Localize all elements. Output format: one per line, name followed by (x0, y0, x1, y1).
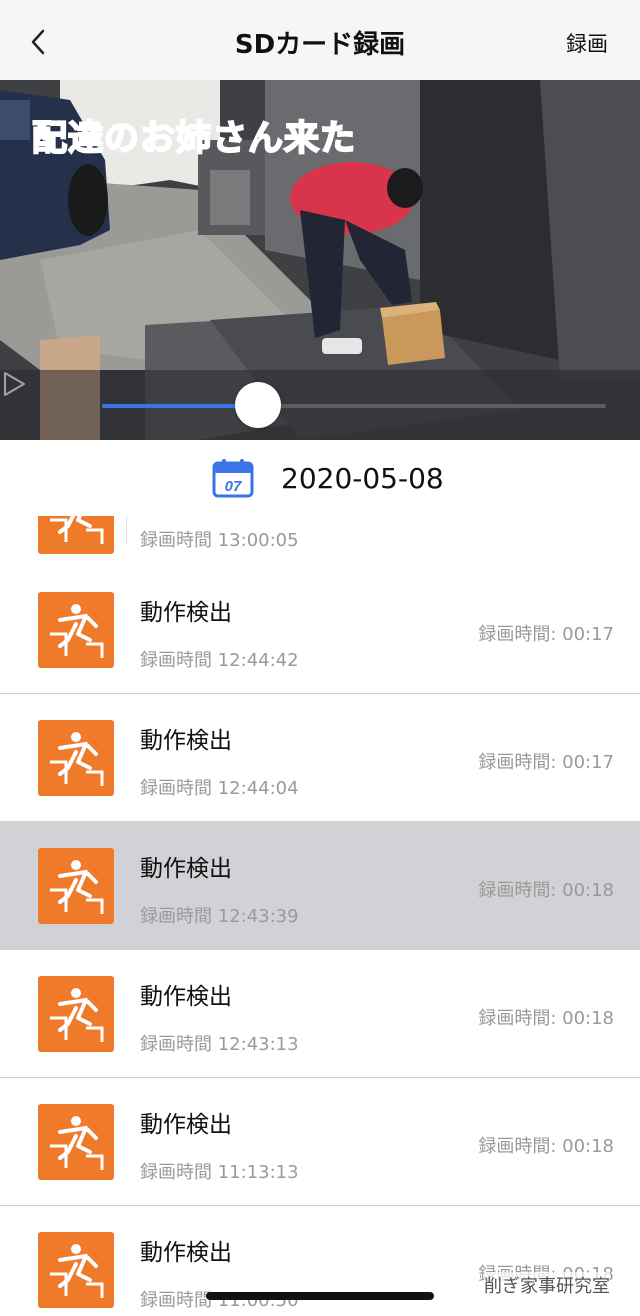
recording-title: 動作検出 (140, 600, 232, 626)
play-icon[interactable] (0, 370, 28, 398)
date-selector: 07 2020-05-08 (0, 440, 640, 517)
running-person-icon (50, 604, 104, 658)
list-item[interactable]: 動作検出 録画時間 12:44:42 録画時間: 00:17 (0, 566, 640, 694)
running-person-icon (50, 516, 104, 544)
list-item-selected[interactable]: 動作検出 録画時間 12:43:39 録画時間: 00:18 (0, 822, 640, 950)
motion-thumbnail (38, 592, 114, 668)
recording-duration: 録画時間: 00:17 (478, 624, 614, 645)
running-person-icon (50, 1116, 104, 1170)
recording-title: 動作検出 (140, 1112, 232, 1138)
watermark: 削ぎ家事研究室 (484, 1272, 610, 1298)
list-item[interactable]: 動作検出 録画時間 11:13:13 録画時間: 00:18 (0, 1078, 640, 1206)
recording-duration: 録画時間: 00:18 (478, 1008, 614, 1029)
recording-time: 録画時間 12:44:42 (140, 650, 299, 671)
running-person-icon (50, 732, 104, 786)
seek-thumb[interactable] (235, 382, 282, 428)
recording-time: 録画時間 11:13:13 (140, 1162, 299, 1183)
motion-thumbnail (38, 1104, 114, 1180)
recording-time: 録画時間 12:43:39 (140, 906, 299, 927)
running-person-icon (50, 988, 104, 1042)
recording-duration: 録画時間: 00:18 (478, 1136, 614, 1157)
recording-title: 動作検出 (140, 984, 232, 1010)
selected-date[interactable]: 2020-05-08 (281, 462, 444, 495)
motion-thumbnail (38, 516, 114, 554)
video-player[interactable]: 配達のお姉さん来た (0, 80, 640, 440)
recording-duration: 録画時間: 00:18 (478, 880, 614, 901)
home-indicator[interactable] (206, 1292, 434, 1300)
recording-title: 動作検出 (140, 1240, 232, 1266)
recording-title: 動作検出 (140, 728, 232, 754)
player-controls (0, 370, 640, 440)
video-caption: 配達のお姉さん来た (31, 118, 357, 160)
recording-duration: 録画時間: 00:17 (478, 752, 614, 773)
motion-thumbnail (38, 848, 114, 924)
nav-bar: SDカード録画 録画 (0, 0, 640, 80)
running-person-icon (50, 860, 104, 914)
recording-time: 録画時間 12:43:13 (140, 1034, 299, 1055)
motion-thumbnail (38, 720, 114, 796)
recording-title: 動作検出 (140, 856, 232, 882)
divider (126, 516, 127, 544)
list-item[interactable]: 動作検出 録画時間 12:44:04 録画時間: 00:17 (0, 694, 640, 822)
running-person-icon (50, 1244, 104, 1298)
record-button[interactable]: 録画 (566, 28, 608, 58)
seek-bar[interactable] (102, 382, 606, 428)
page-title: SDカード録画 (234, 30, 406, 60)
list-item[interactable]: 動作検出 録画時間 12:43:13 録画時間: 00:18 (0, 950, 640, 1078)
recording-time: 録画時間 12:44:04 (140, 778, 299, 799)
calendar-day: 07 (225, 478, 242, 495)
recording-time: 録画時間 13:00:05 (140, 530, 299, 551)
motion-thumbnail (38, 1232, 114, 1308)
motion-thumbnail (38, 976, 114, 1052)
recording-list: 録画時間 13:00:05 動作検出 録画時間 12:44:42 録画時間: 0… (0, 516, 640, 1316)
calendar-icon[interactable]: 07 (212, 458, 254, 498)
